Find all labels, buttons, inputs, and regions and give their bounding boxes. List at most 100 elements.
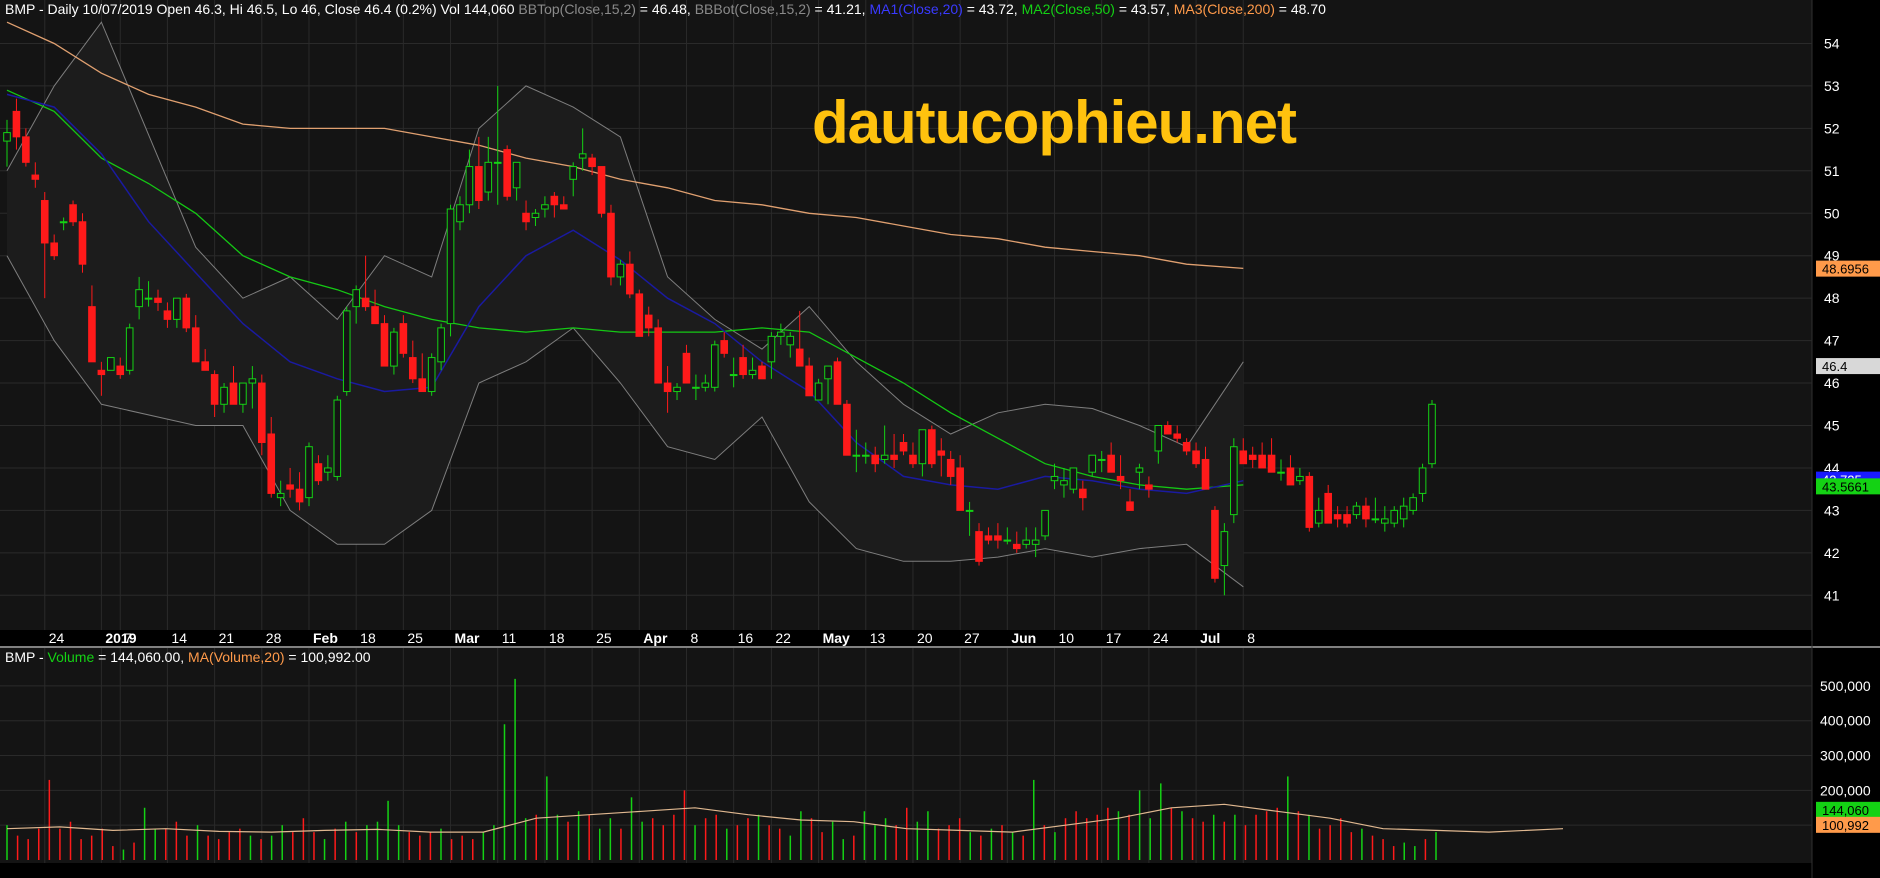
candle-body: [1230, 446, 1238, 516]
time-tick-label: 16: [738, 630, 754, 646]
candle-body: [1277, 471, 1285, 474]
price-tick-label: 43: [1824, 502, 1840, 518]
price-header: BMP - Daily 10/07/2019 Open 46.3, Hi 46.…: [5, 1, 1326, 17]
candle-body: [371, 306, 379, 325]
candle-body: [408, 357, 417, 380]
ma1-value: = 43.72,: [962, 1, 1022, 17]
candle-body: [248, 378, 257, 384]
price-tick-label: 48: [1824, 290, 1840, 306]
candle-body: [1267, 454, 1276, 473]
ma2-value: = 43.57,: [1114, 1, 1174, 17]
candle-body: [1088, 454, 1097, 473]
candle-body: [1296, 475, 1304, 482]
candle-body: [1126, 501, 1134, 511]
candle-body: [1154, 424, 1163, 452]
volume-prefix: BMP -: [5, 649, 48, 665]
time-tick-label: 14: [171, 630, 187, 646]
candle-body: [824, 365, 832, 380]
candle-body: [899, 441, 908, 452]
candle-body: [739, 357, 747, 376]
candle-body: [654, 327, 662, 384]
volume-ma-value: = 100,992.00: [284, 649, 371, 665]
price-tick-label: 54: [1824, 35, 1840, 51]
time-tick-label: 24: [1153, 630, 1169, 646]
candle-body: [1145, 484, 1153, 490]
price-tick-label: 51: [1824, 163, 1840, 179]
candle-body: [729, 374, 738, 377]
candle-body: [465, 166, 474, 206]
candle-body: [748, 369, 757, 376]
candle-body: [191, 327, 200, 363]
candle-body: [107, 357, 115, 371]
candle-body: [946, 458, 955, 477]
candle-body: [1428, 403, 1436, 465]
time-tick-label: Feb: [313, 630, 338, 646]
candle-body: [1079, 488, 1087, 499]
candle-body: [1012, 543, 1021, 550]
price-tick-label: 45: [1824, 417, 1840, 433]
candle-body: [201, 361, 209, 371]
candle-body: [918, 429, 927, 465]
candle-body: [1371, 518, 1380, 521]
candle-body: [786, 335, 795, 346]
candle-body: [239, 382, 247, 405]
candle-body: [1258, 454, 1266, 469]
candle-body: [352, 289, 360, 308]
candle-body: [984, 535, 993, 541]
candle-body: [427, 357, 436, 393]
time-tick-label: 28: [266, 630, 282, 646]
candle-body: [531, 212, 540, 219]
candle-body: [795, 348, 804, 367]
candle-body: [446, 208, 455, 325]
volume-tag-label: 100,992: [1822, 818, 1869, 833]
candle-body: [965, 509, 974, 512]
candle-body: [673, 386, 681, 393]
candle-body: [286, 484, 294, 490]
candle-body: [682, 352, 691, 384]
candle-body: [1220, 531, 1229, 567]
candle-body: [805, 365, 813, 397]
candle-body: [522, 212, 530, 223]
price-tick-label: 53: [1824, 78, 1840, 94]
time-tick-label: 22: [775, 630, 791, 646]
candle-body: [305, 446, 313, 499]
time-tick-label: 25: [596, 630, 612, 646]
candle-body: [833, 361, 842, 405]
time-tick-label: May: [823, 630, 850, 646]
price-tick-label: 47: [1824, 333, 1840, 349]
bbtop-label: BBTop(Close,15,2): [518, 1, 636, 17]
time-tick-label: 20: [917, 630, 933, 646]
candle-body: [295, 488, 304, 503]
volume-tick-label: 200,000: [1820, 782, 1871, 798]
candle-body: [31, 174, 40, 180]
candle-body: [1041, 509, 1049, 537]
candle-body: [50, 242, 58, 257]
price-tag-label: 43.5661: [1822, 479, 1869, 494]
candle-body: [437, 327, 445, 363]
candle-body: [484, 161, 493, 193]
candle-body: [3, 132, 11, 142]
price-tick-label: 46: [1824, 375, 1840, 391]
candle-body: [1201, 458, 1210, 490]
candle-body: [163, 310, 172, 320]
candle-body: [229, 382, 238, 405]
candle-body: [333, 399, 342, 477]
time-tick-label: Jul: [1200, 630, 1220, 646]
candle-body: [1173, 433, 1182, 439]
volume-ma-label: MA(Volume,20): [188, 649, 285, 665]
candle-body: [635, 293, 644, 337]
candle-body: [607, 212, 615, 278]
candle-body: [1003, 539, 1012, 542]
candle-body: [692, 386, 700, 389]
price-tick-label: 50: [1824, 205, 1840, 221]
price-tick-label: 52: [1824, 120, 1840, 136]
candle-body: [937, 450, 946, 456]
candle-body: [588, 157, 596, 168]
time-tick-label: 7: [124, 630, 132, 646]
candle-body: [758, 365, 766, 380]
candle-body: [1069, 467, 1078, 490]
candle-body: [69, 204, 77, 223]
candle-body: [597, 166, 606, 214]
header-main: BMP - Daily 10/07/2019 Open 46.3, Hi 46.…: [5, 1, 515, 17]
candle-body: [559, 204, 568, 210]
